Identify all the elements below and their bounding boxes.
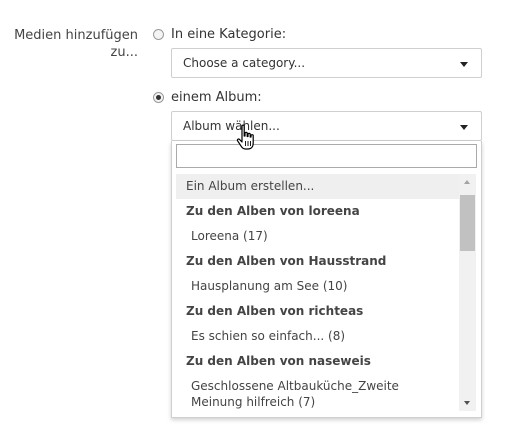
dropdown-scrollbar[interactable]: [459, 174, 476, 411]
album-select[interactable]: Album wählen...: [171, 111, 482, 141]
radio-album[interactable]: [153, 92, 164, 103]
hand-pointer-icon: [236, 124, 254, 150]
album-options-list: Ein Album erstellen... Zu den Alben von …: [176, 174, 459, 411]
radio-row-album[interactable]: einem Album:: [153, 90, 262, 105]
album-select-value: Album wählen...: [183, 119, 280, 133]
scrollbar-thumb[interactable]: [460, 195, 475, 251]
create-album-option[interactable]: Ein Album erstellen...: [176, 174, 459, 199]
caret-down-icon: [460, 125, 468, 130]
add-media-to-label: Medien hinzufügen zu...: [14, 28, 138, 60]
album-option[interactable]: Loreena (17): [176, 224, 459, 249]
album-option[interactable]: Es schien so einfach... (8): [176, 324, 459, 349]
group-header: Zu den Alben von Hausstrand: [186, 254, 387, 268]
scroll-down-arrow-icon[interactable]: [464, 401, 470, 405]
category-select-value: Choose a category...: [183, 56, 306, 70]
album-dropdown: Ein Album erstellen... Zu den Alben von …: [171, 141, 482, 418]
album-option[interactable]: Geschlossene Altbauküche_Zweite Meinung …: [176, 374, 416, 411]
caret-down-icon: [460, 62, 468, 67]
group-header: Zu den Alben von loreena: [186, 204, 360, 218]
scroll-up-arrow-icon[interactable]: [464, 180, 470, 184]
radio-row-category[interactable]: In eine Kategorie:: [153, 27, 286, 42]
radio-category[interactable]: [153, 29, 164, 40]
category-select[interactable]: Choose a category...: [171, 48, 482, 78]
album-search-input[interactable]: [176, 144, 477, 168]
album-option[interactable]: Hausplanung am See (10): [176, 274, 459, 299]
radio-category-label: In eine Kategorie:: [171, 27, 287, 42]
group-header: Zu den Alben von richteas: [186, 304, 364, 318]
radio-album-label: einem Album:: [171, 90, 262, 105]
group-header: Zu den Alben von naseweis: [186, 354, 371, 368]
